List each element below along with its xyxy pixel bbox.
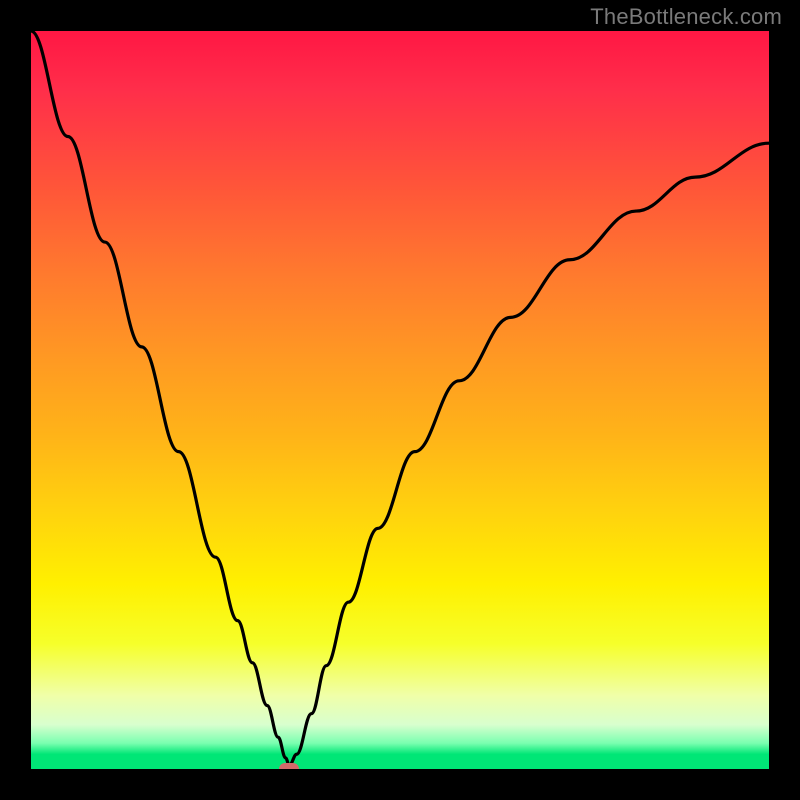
minimum-marker (279, 763, 299, 769)
watermark-text: TheBottleneck.com (590, 4, 782, 30)
plot-area (31, 31, 769, 769)
bottleneck-curve (31, 31, 769, 769)
chart-frame: TheBottleneck.com (0, 0, 800, 800)
